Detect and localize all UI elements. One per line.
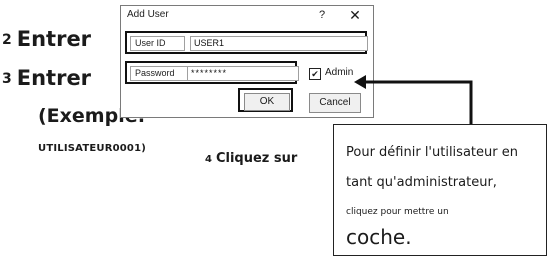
callout-line-2: tant qu'administrateur,: [346, 175, 497, 190]
callout-line-1: Pour définir l'utilisateur en: [346, 145, 518, 160]
callout-line-4: coche.: [346, 225, 412, 249]
callout-arrow-line: [365, 80, 473, 124]
callout-line-3: cliquez pour mettre un: [346, 207, 449, 217]
arrowhead-icon: [354, 75, 366, 89]
admin-callout: Pour définir l'utilisateur en tant qu'ad…: [333, 124, 547, 256]
